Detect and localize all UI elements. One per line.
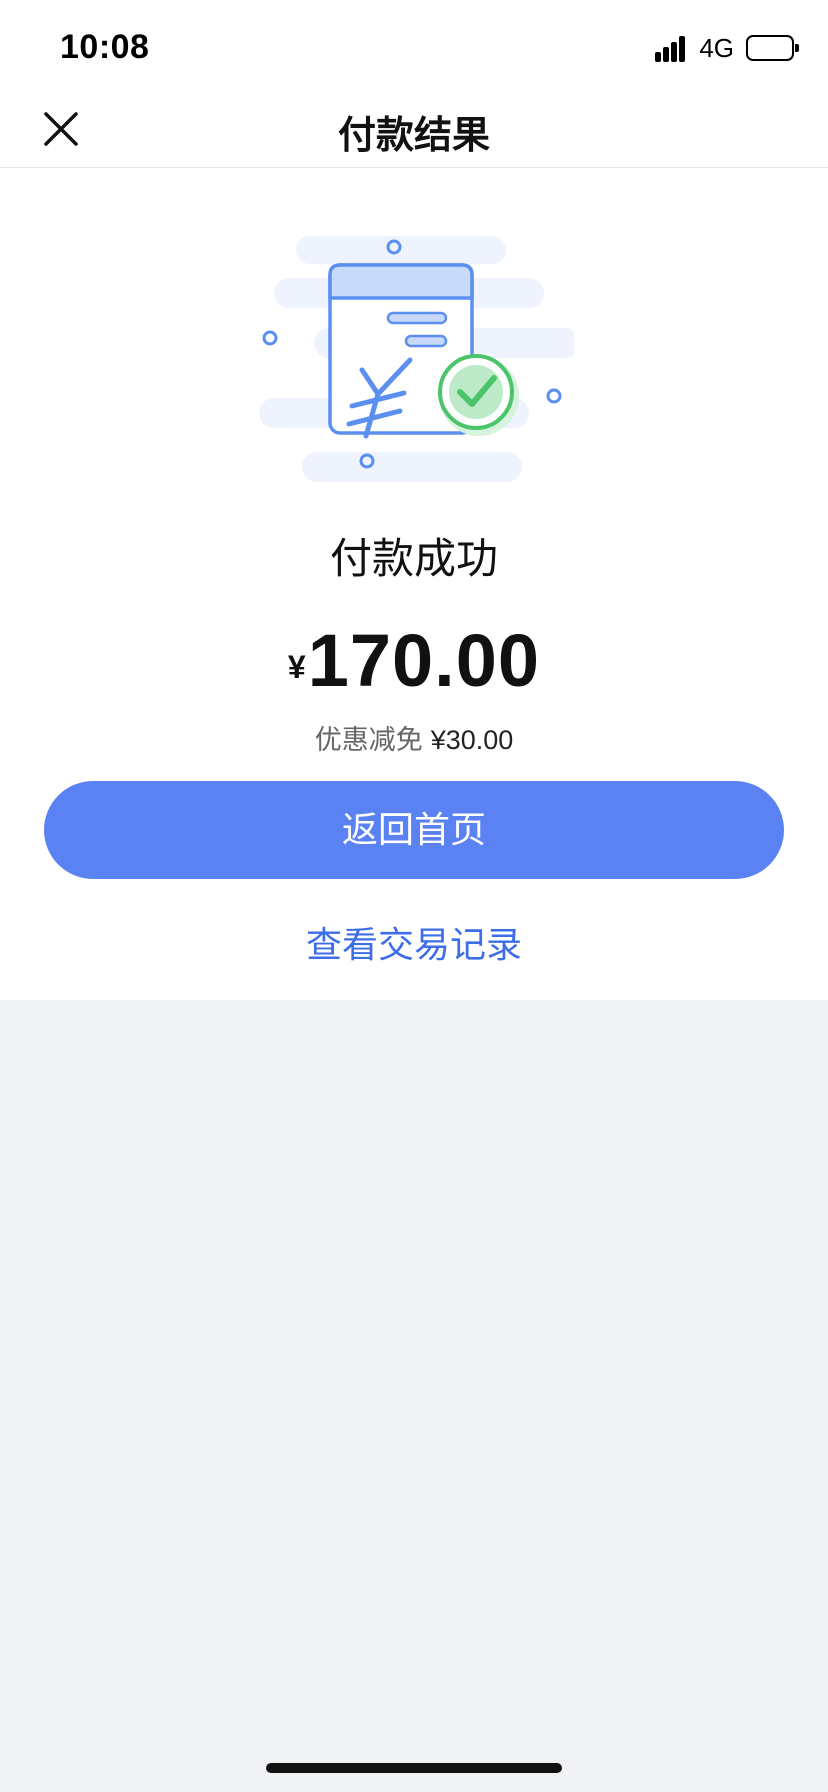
discount-label: 优惠减免 bbox=[314, 725, 423, 755]
return-home-button[interactable]: 返回首页 bbox=[44, 781, 784, 879]
payment-success-illustration bbox=[259, 236, 574, 482]
navigation-bar: 付款结果 bbox=[0, 92, 828, 168]
payment-status-text: 付款成功 bbox=[329, 535, 498, 582]
page-title: 付款结果 bbox=[337, 115, 490, 157]
battery-icon bbox=[746, 35, 799, 61]
view-transaction-history-link[interactable]: 查看交易记录 bbox=[0, 916, 828, 968]
payment-amount: ¥170.00 bbox=[0, 618, 828, 703]
status-bar: 10:08 4G bbox=[0, 0, 828, 92]
status-indicators: 4G bbox=[655, 32, 799, 63]
discount-info: 优惠减免 ¥30.00 bbox=[0, 718, 828, 757]
amount-value: 170.00 bbox=[307, 619, 541, 702]
network-type: 4G bbox=[699, 32, 734, 63]
amount-currency: ¥ bbox=[287, 649, 306, 685]
home-indicator bbox=[266, 1763, 562, 1773]
payment-result-screen: 10:08 4G 付款结果 付款成功 ¥170.00 优惠减免 ¥30.00 返… bbox=[0, 0, 828, 1792]
signal-icon bbox=[655, 34, 691, 62]
discount-value: ¥30.00 bbox=[430, 725, 514, 755]
result-card: 付款成功 ¥170.00 优惠减免 ¥30.00 返回首页 查看交易记录 bbox=[0, 168, 828, 1000]
status-time: 10:08 bbox=[60, 28, 150, 66]
